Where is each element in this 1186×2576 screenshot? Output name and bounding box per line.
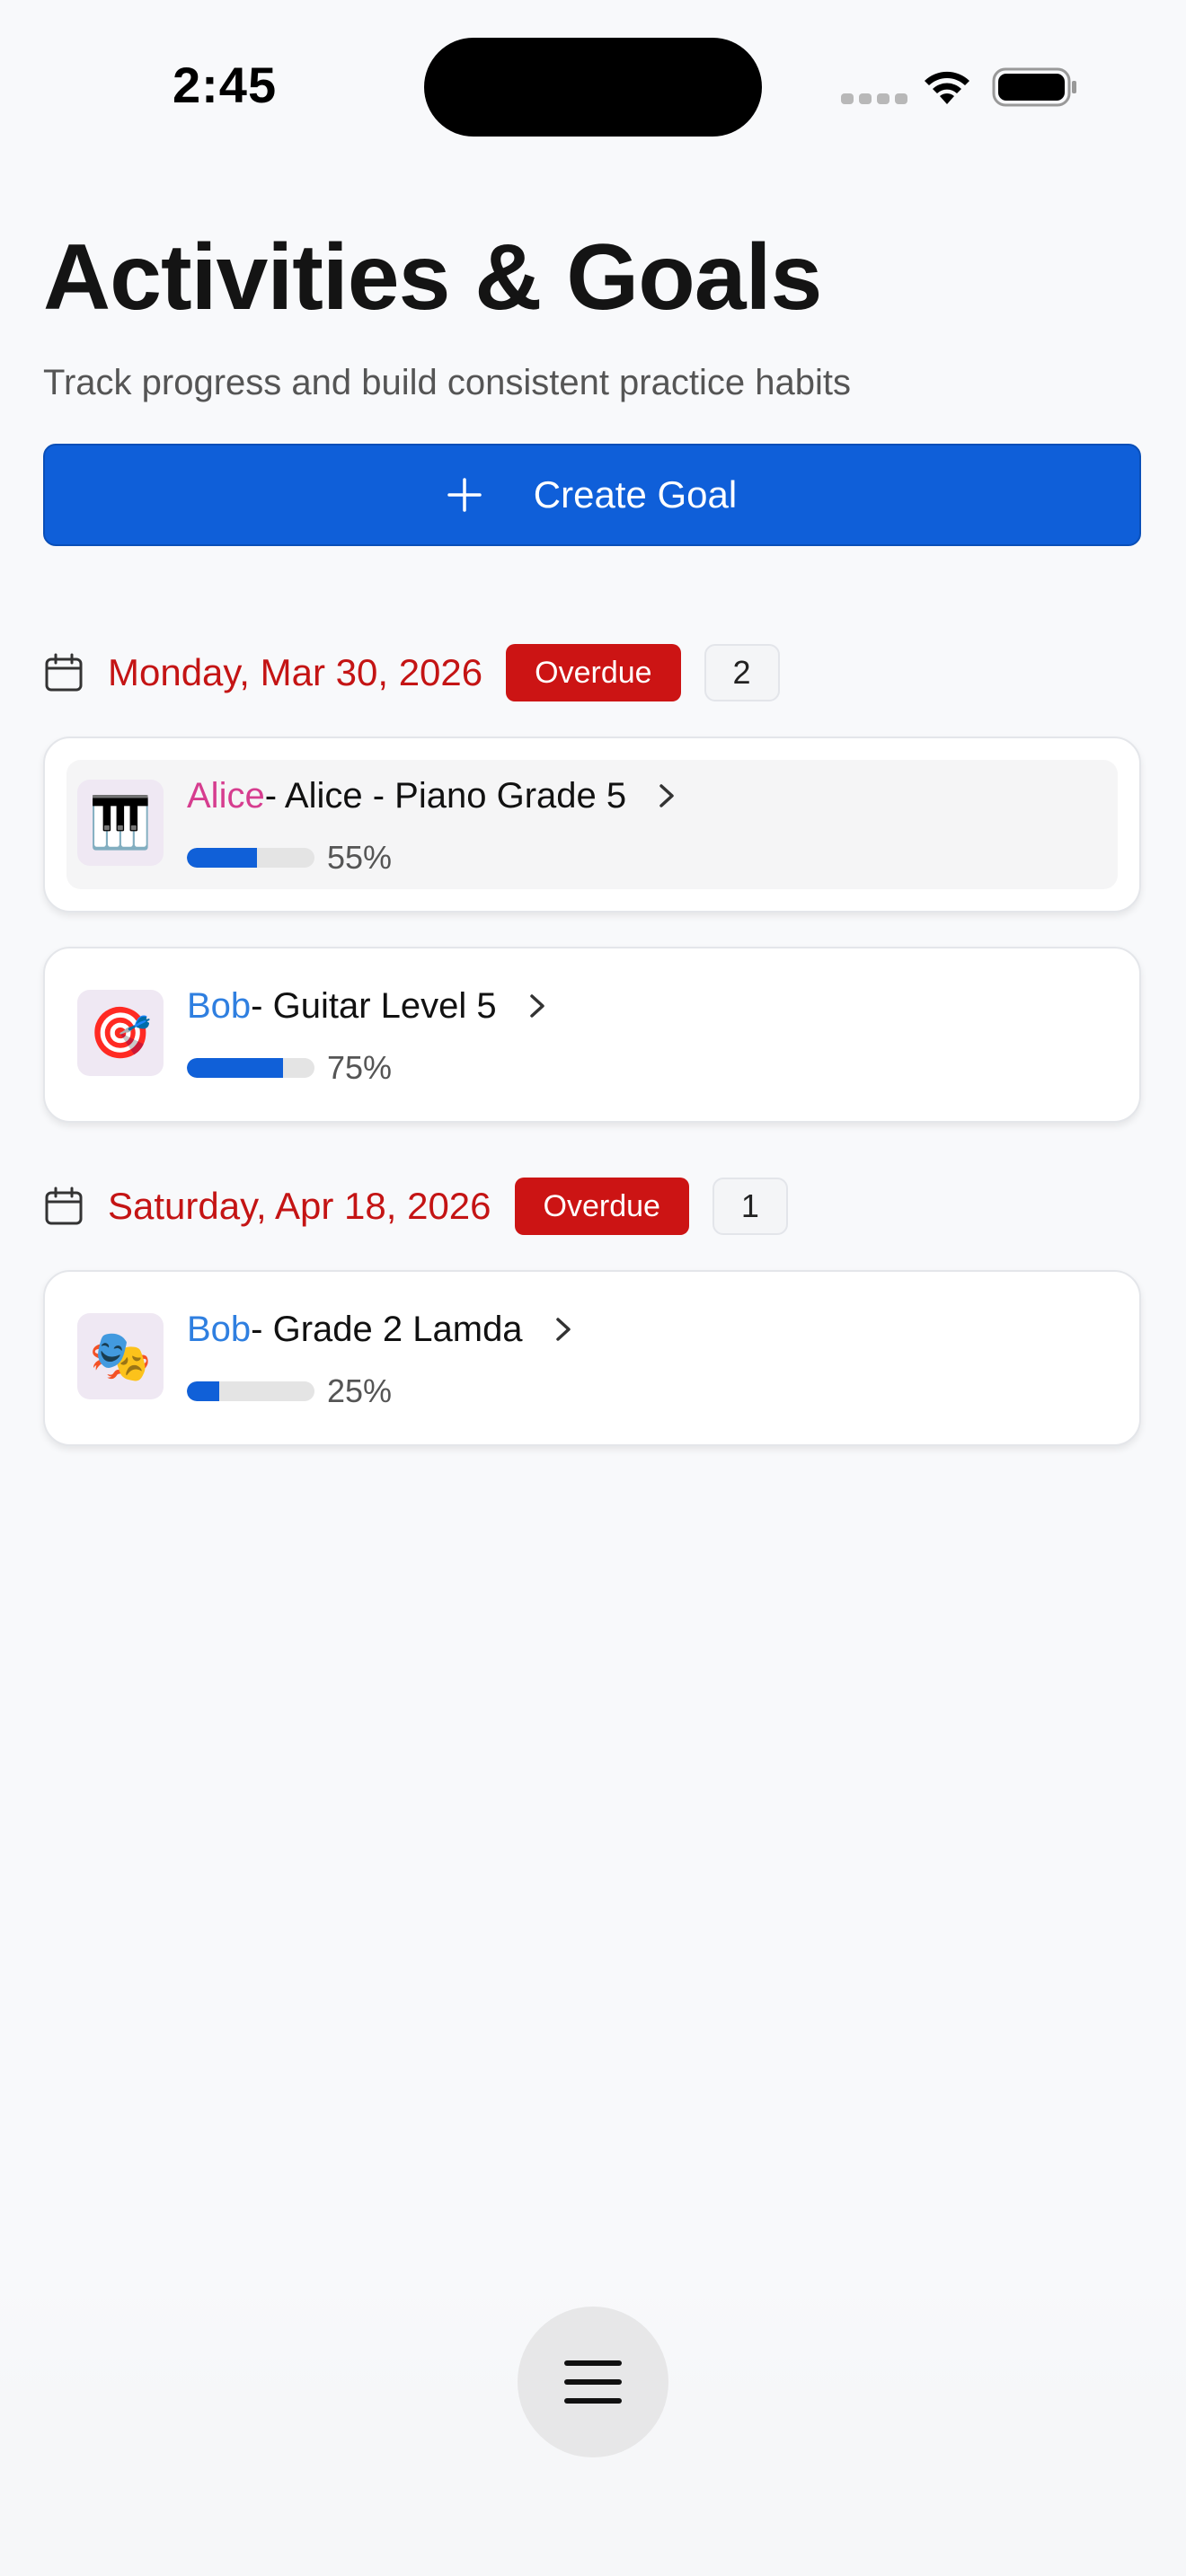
due-date-label: Monday, Mar 30, 2026 (108, 651, 483, 693)
progress-percent: 55% (327, 839, 393, 876)
target-icon: 🎯 (77, 990, 164, 1076)
goal-title: - Alice - Piano Grade 5 (264, 775, 627, 816)
piano-icon: 🎹 (77, 780, 164, 866)
create-goal-button[interactable]: Create Goal (43, 444, 1141, 546)
goal-count-badge: 2 (704, 644, 780, 701)
overdue-badge: Overdue (506, 644, 681, 701)
progress-fill (187, 1381, 219, 1401)
progress-bar (187, 848, 314, 868)
goal-card[interactable]: 🎭 Bob - Grade 2 Lamda 25% (43, 1270, 1141, 1446)
due-date-label: Saturday, Apr 18, 2026 (108, 1185, 491, 1227)
calendar-icon (45, 1187, 83, 1225)
status-time: 2:45 (173, 57, 278, 113)
status-bar: 2:45 (0, 0, 1186, 180)
owner-name: Bob (187, 1309, 252, 1349)
wifi-icon (925, 71, 969, 104)
theater-masks-icon: 🎭 (77, 1313, 164, 1399)
progress-percent: 75% (327, 1049, 393, 1086)
date-section-header: Saturday, Apr 18, 2026 Overdue 1 (43, 1175, 788, 1238)
menu-button[interactable] (518, 2307, 668, 2457)
progress-bar (187, 1381, 314, 1401)
goal-title-row: Bob - Grade 2 Lamda (187, 1302, 575, 1356)
chevron-right-icon (555, 1318, 571, 1341)
chevron-right-icon (659, 784, 674, 807)
progress-row: 25% (187, 1372, 392, 1410)
date-section-header: Monday, Mar 30, 2026 Overdue 2 (43, 641, 780, 704)
calendar-icon (45, 653, 83, 692)
goal-title: - Grade 2 Lamda (251, 1309, 523, 1349)
chevron-right-icon (529, 994, 544, 1018)
goal-count-badge: 1 (712, 1178, 788, 1235)
create-goal-label: Create Goal (533, 473, 738, 516)
progress-fill (187, 848, 258, 868)
cellular-signal-icon (841, 93, 907, 104)
page-subtitle: Track progress and build consistent prac… (43, 363, 851, 402)
goal-card[interactable]: 🎯 Bob - Guitar Level 5 75% (43, 947, 1141, 1123)
progress-bar (187, 1058, 314, 1078)
hamburger-menu-icon (564, 2360, 622, 2404)
progress-percent: 25% (327, 1372, 393, 1409)
goal-card[interactable]: 🎹 Alice - Alice - Piano Grade 5 55% (43, 737, 1141, 913)
progress-row: 55% (187, 839, 392, 877)
page-title: Activities & Goals (43, 225, 822, 330)
dynamic-island (424, 38, 762, 137)
progress-fill (187, 1058, 283, 1078)
overdue-badge: Overdue (514, 1178, 689, 1235)
goal-title: - Guitar Level 5 (251, 985, 497, 1026)
owner-name: Bob (187, 985, 252, 1026)
plus-icon (447, 478, 482, 512)
progress-row: 75% (187, 1049, 392, 1087)
goal-title-row: Alice - Alice - Piano Grade 5 (187, 769, 678, 823)
goal-title-row: Bob - Guitar Level 5 (187, 979, 549, 1033)
owner-name: Alice (187, 775, 265, 816)
battery-icon (992, 67, 1076, 107)
